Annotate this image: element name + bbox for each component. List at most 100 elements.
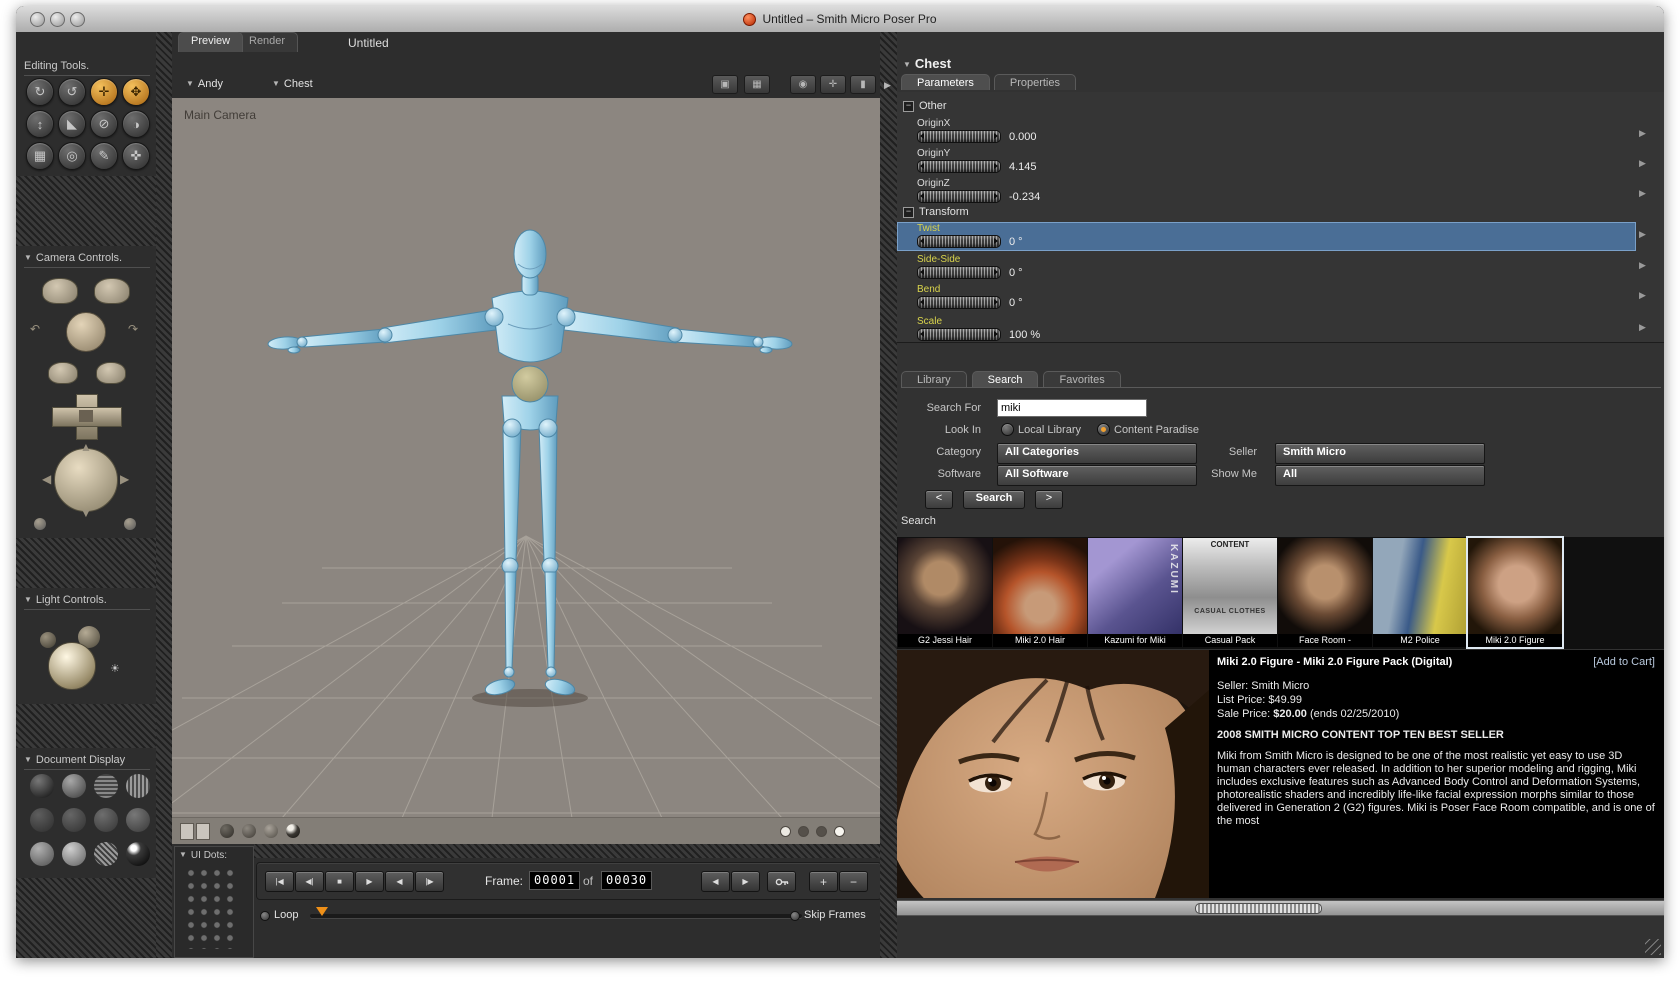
play-button[interactable]: ▶ — [355, 871, 384, 892]
camera-trackball[interactable] — [54, 448, 118, 512]
software-dropdown[interactable]: All Software — [997, 465, 1197, 486]
display-style-texture[interactable] — [94, 842, 118, 866]
camera-hand-right-icon[interactable] — [94, 278, 130, 304]
scale-dial[interactable] — [917, 328, 1001, 341]
param-next-arrow[interactable]: ▶ — [1639, 188, 1646, 199]
display-style-texture-shaded[interactable] — [126, 842, 150, 866]
camera-view-button[interactable]: ▣ — [712, 75, 738, 94]
tab-render[interactable]: Render — [236, 32, 299, 52]
move-view-button[interactable]: ✛ — [820, 75, 846, 94]
display-style-wireframe[interactable] — [94, 774, 118, 798]
ui-dots-grid[interactable] — [187, 869, 239, 949]
figure-menu[interactable]: ▼ Andy — [186, 78, 223, 90]
camera-hand-small-left-icon[interactable] — [48, 362, 78, 384]
camera-hand-left-icon[interactable] — [42, 278, 78, 304]
morphing-tool-button[interactable]: ✎ — [90, 142, 118, 170]
indicator-dot-1[interactable] — [780, 826, 791, 837]
search-input[interactable] — [997, 399, 1147, 417]
seller-dropdown[interactable]: Smith Micro — [1275, 443, 1485, 464]
preview-style-dot-4[interactable] — [286, 824, 300, 838]
content-paradise-radio[interactable] — [1097, 423, 1110, 436]
result-casual-pack[interactable]: CONTENT CASUAL CLOTHES Casual Pack — [1183, 538, 1277, 647]
twist-tool-button[interactable]: ↺ — [58, 78, 86, 106]
tab-search[interactable]: Search — [971, 371, 1039, 387]
param-next-arrow[interactable]: ▶ — [1639, 158, 1646, 169]
panel-splitter[interactable]: ▶ — [880, 32, 897, 958]
indicator-dot-4[interactable] — [834, 826, 845, 837]
preview-style-dot-2[interactable] — [242, 824, 256, 838]
indicator-dot-2[interactable] — [798, 826, 809, 837]
window-resize-grip[interactable] — [1645, 939, 1661, 955]
camera-dot-left[interactable] — [34, 518, 46, 530]
light-sphere[interactable] — [48, 642, 96, 690]
frame-slider-track[interactable] — [310, 914, 802, 918]
originy-dial[interactable] — [917, 160, 1001, 173]
prev-frame-button[interactable]: ◀| — [295, 871, 324, 892]
display-style-smooth-line[interactable] — [62, 842, 86, 866]
camera-hand-small-right-icon[interactable] — [96, 362, 126, 384]
tab-preview[interactable]: Preview — [178, 32, 244, 52]
indicator-dot-3[interactable] — [816, 826, 827, 837]
camera-name-label[interactable]: Main Camera — [184, 108, 256, 122]
show-me-dropdown[interactable]: All — [1275, 465, 1485, 486]
collapse-box-icon[interactable]: − — [903, 100, 914, 112]
display-style-outline[interactable] — [62, 774, 86, 798]
display-style-flat[interactable] — [62, 808, 86, 832]
display-style-flat-line[interactable] — [94, 808, 118, 832]
collapse-box-icon[interactable]: − — [903, 206, 914, 218]
rotate-tool-button[interactable]: ↻ — [26, 78, 54, 106]
hand-view-button[interactable]: ▮ — [850, 75, 876, 94]
skip-frames-toggle[interactable] — [790, 911, 800, 921]
bend-dial[interactable] — [917, 296, 1001, 309]
prev-key-button[interactable]: ◀ — [701, 871, 730, 892]
step-back-button[interactable]: ◀ — [385, 871, 414, 892]
originz-dial[interactable] — [917, 190, 1001, 203]
dual-view-button[interactable]: ▦ — [744, 75, 770, 94]
actor-menu[interactable]: ▼ Chest — [272, 78, 313, 90]
param-next-arrow[interactable]: ▶ — [1639, 128, 1646, 139]
add-to-cart-link[interactable]: [Add to Cart] — [1593, 656, 1655, 668]
param-next-arrow[interactable]: ▶ — [1639, 260, 1646, 271]
page-icon[interactable] — [180, 823, 194, 840]
result-g2-jessi-hair[interactable]: G2 Jessi Hair — [898, 538, 992, 647]
chain-break-tool-button[interactable]: ⊘ — [90, 110, 118, 138]
result-kazumi-for-miki[interactable]: KAZUMI Kazumi for Miki — [1088, 538, 1182, 647]
scrollbar-thumb[interactable] — [1195, 903, 1322, 914]
search-button[interactable]: Search — [963, 490, 1025, 509]
result-face-room[interactable]: Face Room - — [1278, 538, 1372, 647]
display-style-hidden-line[interactable] — [126, 774, 150, 798]
delete-keyframe-button[interactable]: − — [839, 871, 868, 892]
display-style-cartoon[interactable] — [126, 808, 150, 832]
stop-button[interactable]: ■ — [325, 871, 354, 892]
camera-dot-right[interactable] — [124, 518, 136, 530]
horizontal-scrollbar[interactable] — [897, 900, 1664, 916]
prev-page-button[interactable]: < — [925, 490, 953, 509]
param-next-arrow[interactable]: ▶ — [1639, 322, 1646, 333]
side-side-dial[interactable] — [917, 266, 1001, 279]
taper-tool-button[interactable]: ◣ — [58, 110, 86, 138]
view-magnifier-tool-button[interactable]: ◎ — [58, 142, 86, 170]
collapse-arrow-icon[interactable]: ▶ — [884, 80, 891, 91]
direct-manipulation-tool-button[interactable]: ✜ — [122, 142, 150, 170]
total-frames-counter[interactable]: 00030 — [601, 871, 653, 890]
translate-tool-button[interactable]: ✛ — [90, 78, 118, 106]
next-page-button[interactable]: > — [1035, 490, 1063, 509]
result-miki-2-figure[interactable]: Miki 2.0 Figure — [1466, 536, 1564, 649]
loop-toggle[interactable] — [260, 911, 270, 921]
scale-tool-button[interactable]: ↕ — [26, 110, 54, 138]
frame-slider-marker[interactable] — [316, 907, 328, 922]
actor-header[interactable]: ▼ Chest — [903, 56, 951, 71]
last-frame-button[interactable]: |▶ — [415, 871, 444, 892]
rotate-left-icon[interactable]: ↶ — [30, 322, 40, 336]
edit-keyframes-button[interactable] — [767, 871, 796, 892]
tab-parameters[interactable]: Parameters — [901, 74, 990, 90]
light-dot-small[interactable] — [40, 632, 56, 648]
param-next-arrow[interactable]: ▶ — [1639, 229, 1646, 240]
display-style-silhouette[interactable] — [30, 774, 54, 798]
originx-dial[interactable] — [917, 130, 1001, 143]
result-m2-police[interactable]: M2 Police — [1373, 538, 1467, 647]
camera-move-pad[interactable] — [52, 394, 122, 440]
preview-style-dot-1[interactable] — [220, 824, 234, 838]
category-dropdown[interactable]: All Categories — [997, 443, 1197, 464]
color-tool-button[interactable]: ◑ — [122, 110, 150, 138]
